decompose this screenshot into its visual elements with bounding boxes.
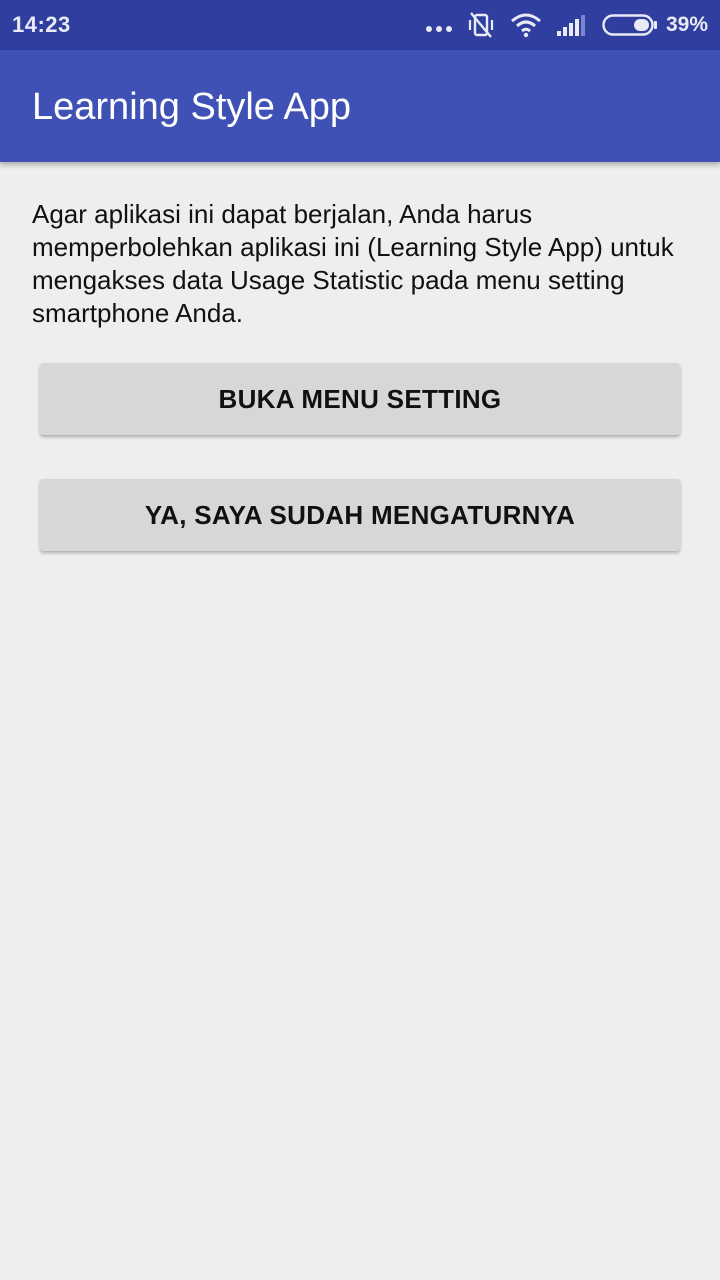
battery-percent: 39% — [665, 13, 708, 36]
signal-icon — [556, 15, 585, 36]
wifi-icon — [510, 13, 541, 38]
app-title: Learning Style App — [32, 86, 352, 128]
status-bar: 14:23 39% — [0, 0, 720, 50]
vibrate-off-icon — [468, 12, 494, 38]
status-icons: 39% — [412, 10, 708, 40]
more-dots-icon — [425, 26, 452, 32]
confirm-settings-button[interactable]: YA, SAYA SUDAH MENGATURNYA — [40, 479, 680, 551]
status-time: 14:23 — [12, 12, 71, 37]
app-bar: Learning Style App — [0, 50, 720, 162]
open-settings-button[interactable]: BUKA MENU SETTING — [40, 363, 680, 435]
permission-message: Agar aplikasi ini dapat berjalan, Anda h… — [32, 199, 674, 328]
battery-icon — [602, 14, 657, 36]
